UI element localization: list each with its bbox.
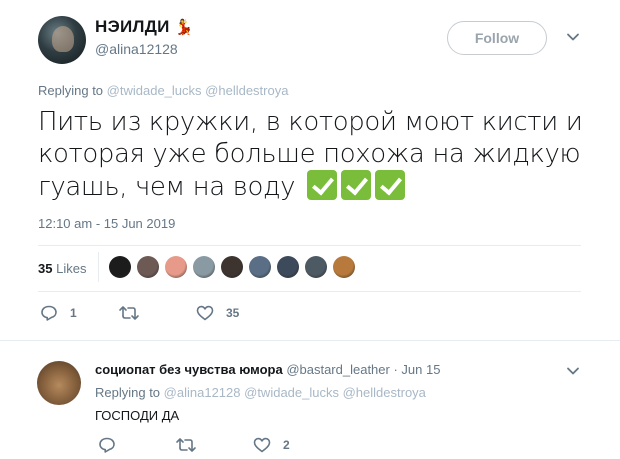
mention-link[interactable]: @helldestroya (205, 83, 288, 98)
reply-icon (99, 437, 115, 453)
likes-word: Likes (56, 261, 87, 276)
like-count: 2 (283, 438, 290, 452)
author-avatar[interactable] (38, 16, 86, 64)
liker-avatar[interactable] (277, 256, 299, 278)
mention-link[interactable]: @twidade_lucks (107, 83, 202, 98)
reply-action[interactable]: 1 (40, 305, 77, 321)
reply-replying-to: Replying to @alina12128 @twidade_lucks @… (95, 385, 426, 400)
author-name[interactable]: НЭИЛДИ 💃 (95, 17, 194, 37)
divider (38, 245, 581, 246)
replying-prefix: Replying to (95, 385, 161, 400)
mention-link[interactable]: @alina12128 (164, 385, 241, 400)
retweet-icon (176, 438, 196, 452)
dancer-emoji-icon: 💃 (174, 19, 194, 36)
liker-avatar[interactable] (165, 256, 187, 278)
reply-date[interactable]: · Jun 15 (393, 362, 440, 377)
liker-avatar[interactable] (137, 256, 159, 278)
retweet-icon (119, 306, 139, 320)
retweet-action[interactable] (175, 437, 209, 453)
mention-link[interactable]: @helldestroya (343, 385, 426, 400)
check-mark-emoji-icon (307, 170, 338, 200)
reply-action[interactable] (98, 437, 128, 453)
chevron-down-icon[interactable] (566, 30, 580, 44)
divider (98, 252, 99, 282)
like-action[interactable]: 2 (253, 437, 290, 453)
like-action[interactable]: 35 (196, 305, 239, 321)
tweet-timestamp[interactable]: 12:10 am - 15 Jun 2019 (38, 216, 175, 231)
likes-count-number: 35 (38, 261, 53, 276)
mention-link[interactable]: @twidade_lucks (244, 385, 339, 400)
reply-author-name[interactable]: социопат без чувства юмора (95, 362, 283, 377)
follow-button[interactable]: Follow (447, 21, 547, 55)
author-name-text: НЭИЛДИ (95, 17, 170, 36)
chevron-down-icon[interactable] (566, 364, 580, 378)
liker-avatar[interactable] (305, 256, 327, 278)
section-separator (0, 340, 620, 341)
liker-avatar[interactable] (333, 256, 355, 278)
liker-avatar[interactable] (193, 256, 215, 278)
check-mark-emoji-icon (341, 170, 372, 200)
liker-avatar[interactable] (109, 256, 131, 278)
like-count: 35 (226, 306, 240, 320)
replying-to: Replying to @twidade_lucks @helldestroya (38, 83, 288, 98)
heart-icon (196, 305, 214, 321)
check-mark-emoji-icon (375, 170, 406, 200)
liker-avatar[interactable] (249, 256, 271, 278)
reply-header: социопат без чувства юмора @bastard_leat… (95, 362, 440, 377)
likes-count[interactable]: 35 Likes (38, 261, 86, 276)
reply-count: 1 (70, 306, 77, 320)
retweet-action[interactable] (118, 305, 152, 321)
reply-author-handle[interactable]: @bastard_leather (286, 362, 390, 377)
replying-prefix: Replying to (38, 83, 104, 98)
author-handle[interactable]: @alina12128 (95, 41, 178, 57)
reply-text: ГОСПОДИ ДА (95, 408, 180, 423)
tweet-text: Пить из кружки, в которой моют кисти и к… (38, 106, 598, 203)
liker-avatar[interactable] (221, 256, 243, 278)
reply-author-avatar[interactable] (37, 361, 81, 405)
divider (38, 291, 581, 292)
reply-icon (41, 305, 57, 321)
heart-icon (253, 437, 271, 453)
